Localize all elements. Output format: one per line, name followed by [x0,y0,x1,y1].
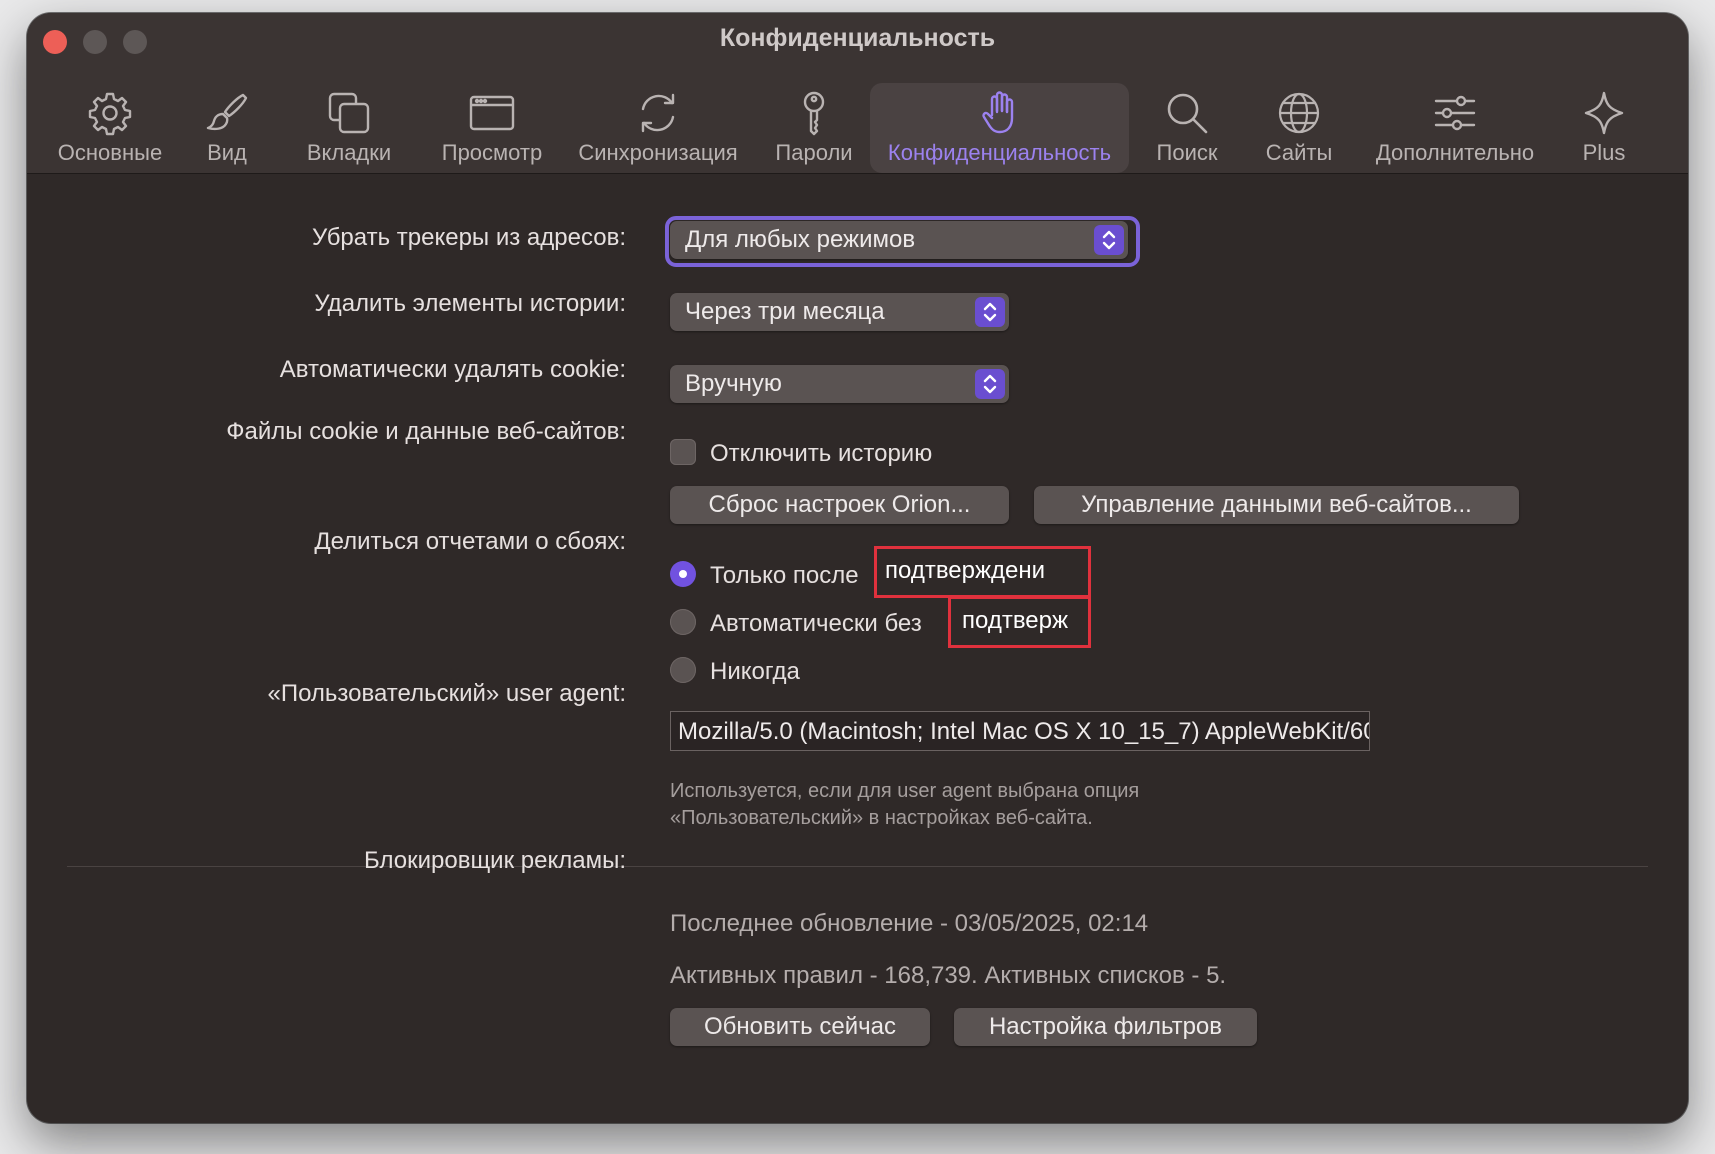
crash-reports-option-confirm-label: Только после [710,562,859,589]
titlebar: Конфиденциальность Основные Вид Вкладки … [27,13,1688,174]
crash-reports-radio-never[interactable] [670,657,696,683]
annotation-box: подтверж [948,596,1091,648]
tab-label: Поиск [1156,140,1218,165]
sync-icon [641,93,675,133]
chevron-up-down-icon [975,297,1005,327]
chevron-up-down-icon [1094,225,1124,255]
manage-website-data-button[interactable]: Управление данными веб-сайтов... [1034,486,1519,524]
history-popup-value: Через три месяца [685,298,885,325]
tab-advanced[interactable]: Дополнительно [1361,83,1549,173]
chevron-up-down-icon [975,369,1005,399]
cookies-auto-label: Автоматически удалять cookie: [279,356,626,383]
preferences-toolbar: Основные Вид Вкладки Просмотр Синхрониза… [27,69,1688,173]
hand-icon [981,91,1013,134]
tab-plus[interactable]: Plus [1574,83,1634,173]
user-agent-hint-line1: Используется, если для user agent выбран… [670,780,1140,802]
disable-history-checkbox-label: Отключить историю [710,440,933,467]
reset-orion-button[interactable]: Сброс настроек Orion... [670,486,1009,524]
filter-settings-button[interactable]: Настройка фильтров [954,1008,1257,1046]
tab-passwords[interactable]: Пароли [766,83,862,173]
annotation-box: подтверждени [874,546,1091,598]
adblock-label: Блокировщик рекламы: [363,847,626,874]
key-icon [803,91,825,136]
user-agent-hint-line2: «Пользовательский» в настройках веб-сайт… [670,807,1093,829]
cookies-auto-popup[interactable]: Вручную [670,365,1009,403]
update-now-button[interactable]: Обновить сейчас [670,1008,930,1046]
tab-general[interactable]: Основные [54,83,166,173]
section-divider [67,866,1648,867]
tabs-icon [328,92,370,134]
tab-tabs[interactable]: Вкладки [287,83,411,173]
tab-sync[interactable]: Синхронизация [570,83,746,173]
tab-websites[interactable]: Сайты [1249,83,1349,173]
browser-window-icon [469,95,515,131]
crash-reports-label: Делиться отчетами о сбоях: [314,528,626,555]
tab-label: Конфиденциальность [887,140,1112,165]
adblock-stats: Активных правил - 168,739. Активных спис… [670,962,1227,989]
paintbrush-icon [206,93,248,131]
tab-appearance[interactable]: Вид [191,83,263,173]
tab-label: Просмотр [441,140,543,165]
cookies-data-label: Файлы cookie и данные веб-сайтов: [226,418,626,445]
window-title: Конфиденциальность [719,24,996,52]
crash-reports-radio-confirm[interactable] [670,561,696,587]
preferences-window: Конфиденциальность Основные Вид Вкладки … [27,13,1688,1123]
tab-browsing[interactable]: Просмотр [427,83,557,173]
tab-label: Сайты [1265,140,1333,165]
gear-icon [88,92,132,136]
tab-search[interactable]: Поиск [1144,83,1230,173]
tab-label: Вкладки [306,140,392,165]
tab-privacy[interactable]: Конфиденциальность [870,83,1129,173]
crash-reports-option-auto-overlay: подтверж [962,607,1069,634]
tab-label: Plus [1582,140,1626,165]
globe-icon [1278,92,1320,134]
user-agent-label: «Пользовательский» user agent: [267,680,627,707]
trackers-popup[interactable]: Для любых режимов [670,221,1128,259]
crash-reports-radio-auto[interactable] [670,609,696,635]
tab-label: Синхронизация [578,140,738,165]
disable-history-checkbox[interactable] [670,439,696,465]
trackers-label: Убрать трекеры из адресов: [311,224,626,251]
user-agent-field[interactable]: Mozilla/5.0 (Macintosh; Intel Mac OS X 1… [670,711,1370,751]
tab-label: Вид [207,140,247,165]
crash-reports-option-never-label: Никогда [710,658,800,685]
crash-reports-option-confirm-overlay: подтверждени [885,557,1046,584]
sparkle-icon [1584,91,1624,135]
cookies-auto-popup-value: Вручную [685,370,782,397]
tab-label: Основные [57,140,163,165]
tab-label: Пароли [775,140,853,165]
trackers-popup-value: Для любых режимов [685,226,916,253]
history-label: Удалить элементы истории: [314,290,626,317]
crash-reports-option-auto-label: Автоматически без [710,610,922,637]
sliders-icon [1434,95,1476,131]
tab-label: Дополнительно [1375,140,1535,165]
adblock-last-update: Последнее обновление - 03/05/2025, 02:14 [670,910,1149,937]
history-popup[interactable]: Через три месяца [670,293,1009,331]
magnifier-icon [1167,93,1208,134]
